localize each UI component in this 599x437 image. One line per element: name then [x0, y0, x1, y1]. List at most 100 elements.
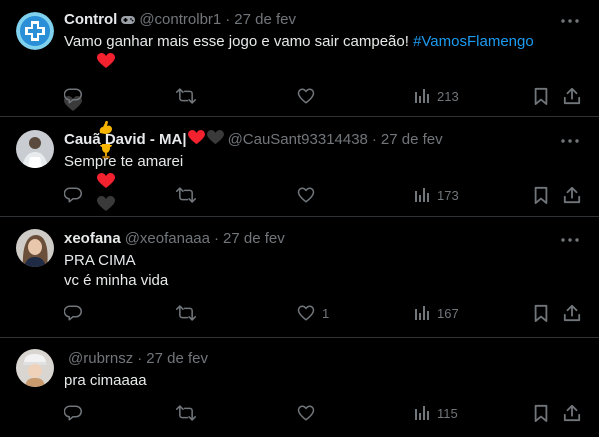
display-name[interactable]: xeofana: [64, 229, 121, 249]
views-icon: [415, 306, 429, 320]
handle[interactable]: @CauSant93314438: [228, 130, 368, 150]
bookmark-icon: [534, 186, 548, 204]
retweet-button[interactable]: [176, 186, 196, 204]
share-button[interactable]: [563, 404, 581, 422]
tweet[interactable]: @rubrnsz · 27 de fev pra cimaaaa 115: [0, 339, 599, 437]
bookmark-button[interactable]: [533, 87, 549, 105]
bookmark-icon: [534, 87, 548, 105]
reply-thread: Control @controlbr1 · 27 de fev Vamo gan…: [0, 0, 599, 437]
control-logo-avatar: [16, 12, 54, 50]
more-options-icon[interactable]: [561, 231, 579, 249]
share-button[interactable]: [563, 87, 581, 105]
views-count: 115: [437, 405, 458, 421]
retweet-button[interactable]: [176, 304, 196, 322]
like-icon: [297, 187, 315, 203]
views-count: 213: [437, 88, 459, 104]
tweet-header: xeofana @xeofanaaa · 27 de fev: [64, 229, 583, 249]
bookmark-icon: [534, 404, 548, 422]
retweet-button[interactable]: [176, 87, 196, 105]
action-bar: 213: [64, 86, 583, 106]
action-bar: 115: [64, 403, 583, 423]
reply-icon: [64, 405, 82, 421]
views-button[interactable]: 115: [414, 405, 458, 421]
views-icon: [415, 406, 429, 420]
tweet-text: pra cimaaaa: [64, 371, 583, 391]
views-button[interactable]: 173: [414, 187, 459, 203]
display-name[interactable]: Control: [64, 10, 117, 30]
timestamp[interactable]: 27 de fev: [223, 229, 285, 249]
gamepad-icon: [120, 14, 136, 26]
views-icon: [415, 89, 429, 103]
hashtag-link[interactable]: #VamosFlamengo: [413, 33, 534, 50]
timestamp[interactable]: 27 de fev: [234, 10, 296, 30]
reply-icon: [64, 305, 82, 321]
separator: ·: [137, 350, 143, 367]
retweet-icon: [176, 187, 196, 203]
tweet-text: PRA CIMA vc é minha vida: [64, 251, 583, 291]
action-bar: 1 167: [64, 303, 583, 323]
tweet[interactable]: Cauã David - MA| @CauSant93314438 · 27 d…: [0, 118, 599, 217]
share-button[interactable]: [563, 186, 581, 204]
timestamp[interactable]: 27 de fev: [381, 130, 443, 150]
share-icon: [563, 87, 581, 105]
like-button[interactable]: 1: [297, 304, 329, 322]
share-icon: [563, 304, 581, 322]
reply-button[interactable]: [64, 87, 82, 105]
views-count: 173: [437, 187, 459, 203]
person-avatar: [16, 130, 54, 168]
share-button[interactable]: [563, 304, 581, 322]
tweet-text-line: vc é minha vida: [64, 272, 169, 289]
views-button[interactable]: 213: [414, 88, 459, 104]
reply-icon: [64, 88, 82, 104]
tweet-text-part: Vamo ganhar mais esse jogo e vamo sair c…: [64, 33, 414, 50]
display-name[interactable]: Cauã David - MA|: [64, 130, 187, 150]
tweet-header: Control @controlbr1 · 27 de fev: [64, 10, 583, 30]
more-options-icon[interactable]: [561, 12, 579, 30]
bookmark-button[interactable]: [533, 404, 549, 422]
tweet[interactable]: Control @controlbr1 · 27 de fev Vamo gan…: [0, 0, 599, 159]
tweet-text-part: pra cimaaaa: [64, 372, 147, 389]
views-icon: [415, 188, 429, 202]
like-button[interactable]: [297, 87, 315, 105]
timestamp[interactable]: 27 de fev: [146, 349, 208, 369]
avatar[interactable]: [16, 349, 54, 387]
views-button[interactable]: 167: [414, 305, 459, 321]
person-avatar: [16, 229, 54, 267]
tweet-text-part: Sempre te amarei: [64, 153, 184, 170]
like-icon: [297, 305, 315, 321]
red-heart-emoji: [97, 53, 116, 75]
tweet-header: Cauã David - MA| @CauSant93314438 · 27 d…: [64, 129, 583, 151]
like-icon: [297, 88, 315, 104]
separator: ·: [371, 131, 377, 148]
separator: ·: [225, 11, 231, 28]
like-button[interactable]: [297, 404, 315, 422]
reply-button[interactable]: [64, 304, 82, 322]
retweet-button[interactable]: [176, 404, 196, 422]
views-count: 167: [437, 305, 459, 321]
like-count: 1: [322, 305, 330, 321]
share-icon: [563, 186, 581, 204]
bookmark-icon: [534, 304, 548, 322]
handle[interactable]: @xeofanaaa: [125, 229, 210, 249]
like-icon: [297, 405, 315, 421]
black-heart-emoji: [206, 129, 224, 151]
tweet[interactable]: xeofana @xeofanaaa · 27 de fev PRA CIMA v…: [0, 218, 599, 338]
avatar[interactable]: [16, 12, 54, 50]
retweet-icon: [176, 88, 196, 104]
reply-icon: [64, 187, 82, 203]
avatar[interactable]: [16, 130, 54, 168]
bookmark-button[interactable]: [533, 186, 549, 204]
more-options-icon[interactable]: [561, 132, 579, 150]
reply-button[interactable]: [64, 404, 82, 422]
handle[interactable]: @rubrnsz: [68, 349, 133, 369]
reply-button[interactable]: [64, 186, 82, 204]
bookmark-button[interactable]: [533, 304, 549, 322]
retweet-icon: [176, 305, 196, 321]
retweet-icon: [176, 405, 196, 421]
tweet-header: @rubrnsz · 27 de fev: [64, 349, 583, 369]
share-icon: [563, 404, 581, 422]
avatar[interactable]: [16, 229, 54, 267]
handle[interactable]: @controlbr1: [139, 10, 221, 30]
like-button[interactable]: [297, 186, 315, 204]
action-bar: 173: [64, 185, 583, 205]
